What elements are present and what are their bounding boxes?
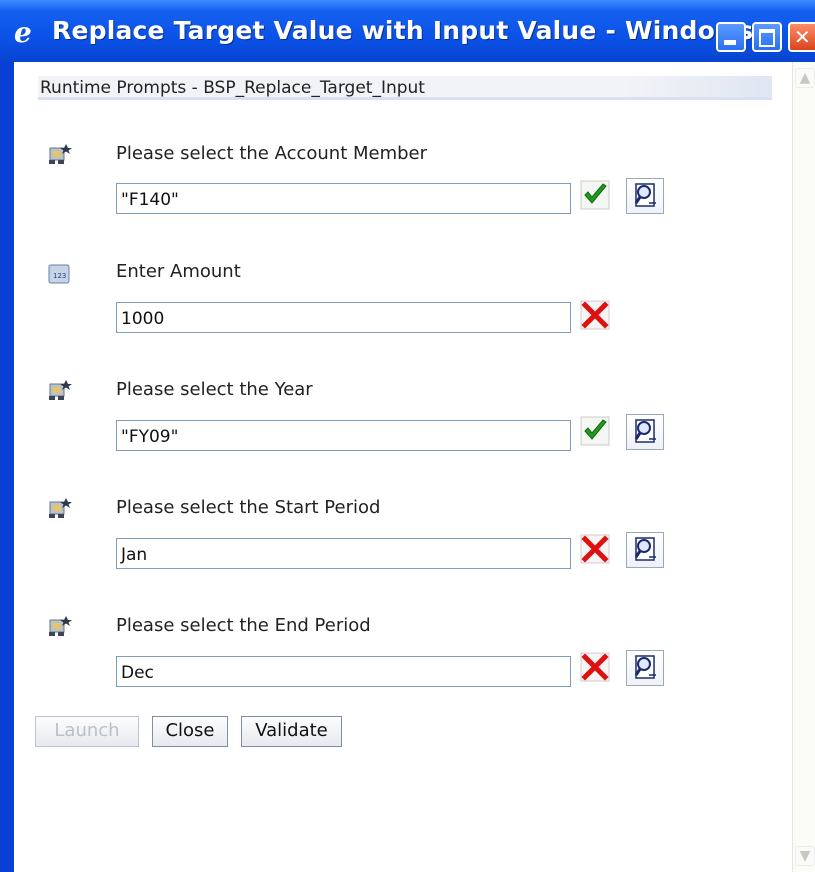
member-select-icon: [49, 498, 72, 518]
lookup-magnifier-icon: [634, 655, 656, 679]
prompt-label-account: Please select the Account Member: [116, 143, 428, 164]
invalid-x-icon: [580, 534, 610, 564]
prompt-label-start-period: Please select the Start Period: [116, 497, 381, 518]
valid-check-icon: [580, 180, 610, 210]
scroll-up-icon[interactable]: ▲: [795, 68, 815, 88]
prompt-label-end-period: Please select the End Period: [116, 615, 371, 636]
account-member-input[interactable]: "F140": [116, 183, 571, 214]
dialog-window: e Replace Target Value with Input Value …: [0, 0, 815, 872]
title-bar[interactable]: e Replace Target Value with Input Value …: [0, 0, 815, 62]
member-lookup-button[interactable]: [626, 178, 664, 214]
valid-check-icon: [580, 416, 610, 446]
lookup-magnifier-icon: [634, 537, 656, 561]
launch-button[interactable]: Launch: [35, 716, 139, 747]
amount-input[interactable]: 1000: [116, 302, 571, 333]
scroll-down-icon[interactable]: ▼: [795, 846, 815, 866]
close-window-button[interactable]: [788, 22, 815, 52]
member-select-icon: [49, 616, 72, 636]
close-button[interactable]: Close: [152, 716, 228, 747]
minimize-button[interactable]: [716, 22, 746, 52]
ie-icon: e: [14, 16, 32, 49]
invalid-x-icon: [580, 300, 610, 330]
section-header: Runtime Prompts - BSP_Replace_Target_Inp…: [38, 76, 772, 100]
maximize-button[interactable]: [752, 22, 782, 52]
member-select-icon: [49, 380, 72, 400]
end-period-input[interactable]: Dec: [116, 656, 571, 687]
member-select-icon: [49, 144, 72, 164]
invalid-x-icon: [580, 652, 610, 682]
year-input[interactable]: "FY09": [116, 420, 571, 451]
prompt-label-year: Please select the Year: [116, 379, 313, 400]
svg-text:123: 123: [53, 272, 66, 280]
end-period-lookup-button[interactable]: [626, 650, 664, 686]
window-title: Replace Target Value with Input Value - …: [52, 16, 783, 45]
validate-button[interactable]: Validate: [241, 716, 342, 747]
start-period-input[interactable]: Jan: [116, 538, 571, 569]
lookup-magnifier-icon: [634, 419, 656, 443]
start-period-lookup-button[interactable]: [626, 532, 664, 568]
year-lookup-button[interactable]: [626, 414, 664, 450]
numeric-icon: 123: [48, 264, 70, 284]
vertical-scrollbar[interactable]: ▲ ▼: [792, 62, 815, 872]
lookup-magnifier-icon: [634, 183, 656, 207]
prompt-label-amount: Enter Amount: [116, 261, 241, 282]
